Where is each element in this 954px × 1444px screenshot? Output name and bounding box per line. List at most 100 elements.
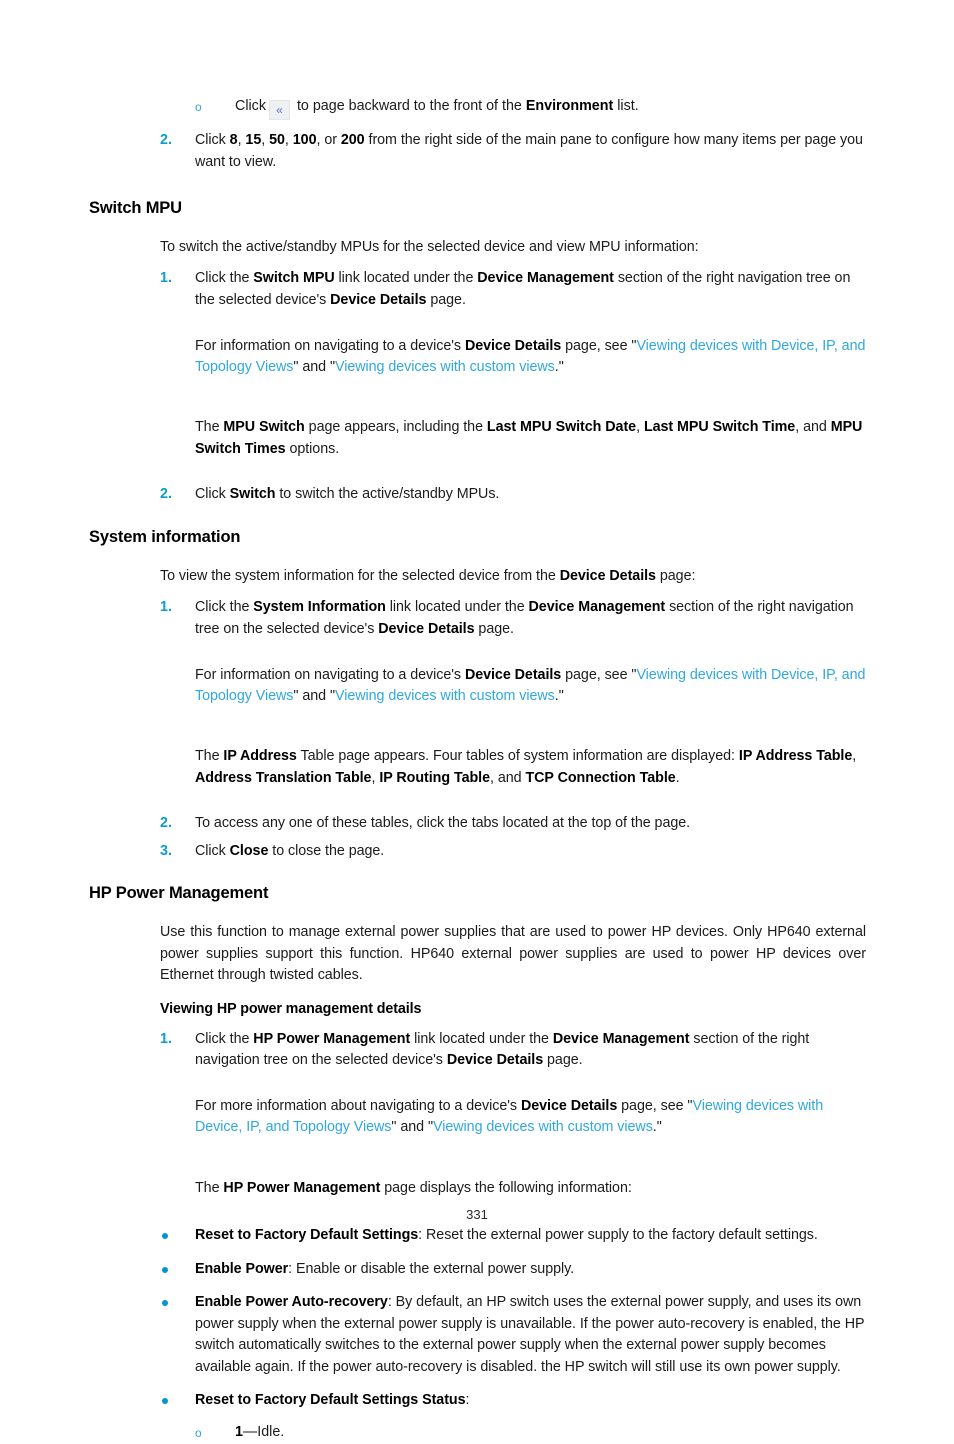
t3: " and " <box>293 688 335 705</box>
t1: To view the system information for the s… <box>160 567 560 584</box>
t4: ." <box>554 688 564 705</box>
t3: " and " <box>391 1119 434 1136</box>
status-description: —Idle. <box>242 1423 285 1440</box>
last-mpu-switch-time-label: Last MPU Switch Time <box>643 419 796 436</box>
t2: page, see " <box>561 337 637 354</box>
switch-mpu-step-2: 2. Click Switch to switch the active/sta… <box>160 484 866 506</box>
t1: The <box>195 1179 224 1196</box>
t3: , <box>852 748 857 765</box>
t2: page, see " <box>617 1097 693 1114</box>
bullet-text: Enable Power Auto-recovery: By default, … <box>195 1292 866 1378</box>
device-details-label: Device Details <box>559 567 656 584</box>
device-details-label: Device Details <box>378 620 475 637</box>
list-item-text: To access any one of these tables, click… <box>195 815 691 832</box>
bullet-text: Reset to Factory Default Settings Status… <box>195 1390 866 1412</box>
list-item-text: Click Switch to switch the active/standb… <box>195 484 866 506</box>
bullet-body: : Reset the external power supply to the… <box>418 1227 818 1244</box>
switch-mpu-link-label: Switch MPU <box>253 270 335 287</box>
page-size-100: 100 <box>292 132 317 148</box>
sub-list-item-page-backward: o Click « to page backward to the front o… <box>195 96 866 120</box>
page-size-50: 50 <box>269 132 285 148</box>
t2: to switch the active/standby MPUs. <box>275 486 500 503</box>
switch-mpu-result: The MPU Switch page appears, including t… <box>195 417 866 460</box>
click-label: Click <box>235 98 266 114</box>
t6: . <box>675 769 680 786</box>
link-viewing-devices-custom[interactable]: Viewing devices with custom views <box>433 1119 653 1135</box>
t2: link located under the <box>385 599 529 616</box>
t4: ." <box>554 359 564 376</box>
text-after-button: to page backward to the front of the <box>292 98 526 114</box>
status-sub-text: 1—Idle. <box>235 1422 866 1444</box>
hp-power-result: The HP Power Management page displays th… <box>195 1178 866 1200</box>
round-bullet-icon <box>162 1266 168 1273</box>
t1: The <box>195 748 224 765</box>
status-code-label: 1 <box>235 1423 243 1440</box>
list-number: 3. <box>160 842 172 859</box>
t1: Click <box>195 486 230 503</box>
list-item-text: Click the HP Power Management link locat… <box>195 1029 866 1072</box>
link-viewing-devices-custom[interactable]: Viewing devices with custom views <box>335 359 555 375</box>
round-bullet-icon <box>162 1233 168 1240</box>
hp-power-step-1: 1. Click the HP Power Management link lo… <box>160 1029 866 1072</box>
ip-routing-table-label: IP Routing Table <box>379 769 490 786</box>
round-bullet-icon <box>162 1398 168 1405</box>
t1: For information on navigating to a devic… <box>195 666 465 683</box>
bullet-bold-label: Reset to Factory Default Settings Status <box>195 1392 466 1409</box>
circle-bullet-marker: o <box>195 1425 202 1440</box>
t4: ." <box>652 1119 662 1136</box>
list-item-text: Click Close to close the page. <box>195 841 866 863</box>
bullet-item-enable-power-auto-recovery: Enable Power Auto-recovery: By default, … <box>160 1292 866 1378</box>
link-viewing-devices-custom[interactable]: Viewing devices with custom views <box>335 688 555 704</box>
t4: , and <box>795 419 831 436</box>
system-information-result: The IP Address Table page appears. Four … <box>195 746 866 789</box>
page-size-200: 200 <box>340 132 365 148</box>
device-management-label: Device Management <box>552 1030 690 1047</box>
tcp-connection-table-label: TCP Connection Table <box>525 769 676 786</box>
bullet-bold-label: Reset to Factory Default Settings <box>195 1227 419 1244</box>
t1: The <box>195 419 224 436</box>
device-details-label: Device Details <box>520 1097 618 1114</box>
system-information-reference: For information on navigating to a devic… <box>195 665 866 708</box>
t2: link located under the <box>334 270 478 287</box>
bullet-body: : <box>465 1392 470 1409</box>
page-size-8: 8 <box>229 132 238 148</box>
t4: page. <box>543 1052 583 1069</box>
system-information-step-2: 2. To access any one of these tables, cl… <box>160 813 866 835</box>
t1: Click the <box>195 1030 254 1047</box>
t5: options. <box>285 440 340 457</box>
page-content: o Click « to page backward to the front o… <box>0 96 954 1443</box>
hp-power-reference: For more information about navigating to… <box>195 1096 866 1139</box>
t2: page appears, including the <box>304 419 487 436</box>
heading-switch-mpu: Switch MPU <box>89 199 182 217</box>
document-page: o Click « to page backward to the front o… <box>0 0 954 1440</box>
environment-bold: Environment <box>525 98 614 114</box>
t4: page. <box>426 291 466 308</box>
address-translation-table-label: Address Translation Table <box>195 769 372 786</box>
bullet-body: : Enable or disable the external power s… <box>288 1260 575 1277</box>
device-details-label: Device Details <box>446 1052 544 1069</box>
mpu-switch-page-label: MPU Switch <box>223 419 305 436</box>
list-number: 1. <box>160 270 172 287</box>
device-management-label: Device Management <box>477 270 614 287</box>
t4: page. <box>474 620 514 637</box>
system-information-intro: To view the system information for the s… <box>160 566 866 588</box>
bullet-item-reset-factory-default: Reset to Factory Default Settings: Reset… <box>160 1225 866 1247</box>
t1: For more information about navigating to… <box>195 1097 521 1114</box>
page-number: 331 <box>466 1207 488 1222</box>
page-backward-button[interactable]: « <box>268 100 290 120</box>
system-information-link-label: System Information <box>253 599 386 616</box>
list-number: 1. <box>160 599 172 616</box>
switch-button-label: Switch <box>229 486 276 503</box>
t2: page, see " <box>561 666 637 683</box>
t1: Click the <box>195 599 254 616</box>
page-size-15: 15 <box>245 132 262 148</box>
t1: Click <box>195 842 230 859</box>
t3: " and " <box>293 359 335 376</box>
heading-system-information: System information <box>89 527 241 546</box>
list-item-text: Click 8, 15, 50, 100, or 200 from the ri… <box>195 130 866 173</box>
bullet-item-reset-factory-default-status: Reset to Factory Default Settings Status… <box>160 1390 866 1412</box>
page-footer: 331 <box>0 1207 954 1222</box>
close-button-label: Close <box>229 842 269 859</box>
list-number: 2. <box>160 486 172 503</box>
hp-power-management-link-label: HP Power Management <box>253 1030 411 1047</box>
